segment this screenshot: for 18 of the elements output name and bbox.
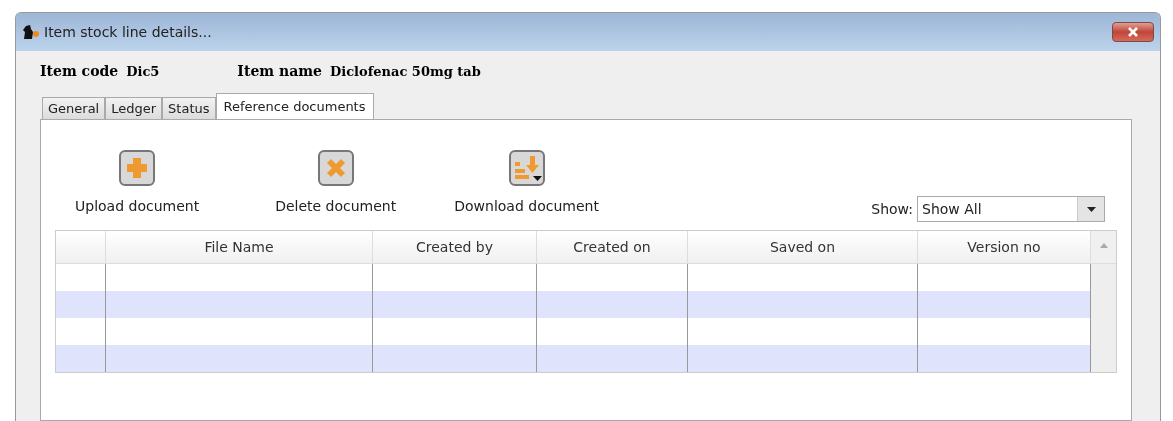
tab[interactable]: Status: [162, 97, 216, 119]
toolbar-button[interactable]: Upload document: [75, 150, 200, 214]
show-dropdown[interactable]: Show All: [917, 196, 1105, 222]
item-code-value: Dic5: [126, 64, 160, 79]
column-header[interactable]: File Name: [106, 231, 373, 263]
toolbar-button[interactable]: Download document: [454, 150, 599, 214]
show-label: Show:: [871, 201, 913, 217]
column-header[interactable]: Created on: [537, 231, 688, 263]
column-header[interactable]: Created by: [373, 231, 537, 263]
window-title: Item stock line details...: [44, 24, 213, 40]
item-name-value: Diclofenac 50mg tab: [329, 64, 481, 79]
column-header[interactable]: Saved on: [688, 231, 918, 263]
tab[interactable]: General: [42, 97, 106, 119]
toolbar-button[interactable]: Delete document: [275, 150, 397, 214]
item-name-label: Item name: [237, 63, 322, 79]
tab[interactable]: Ledger: [105, 97, 163, 119]
tab[interactable]: Reference documents: [215, 93, 374, 119]
item-code-label: Item code: [40, 63, 119, 79]
